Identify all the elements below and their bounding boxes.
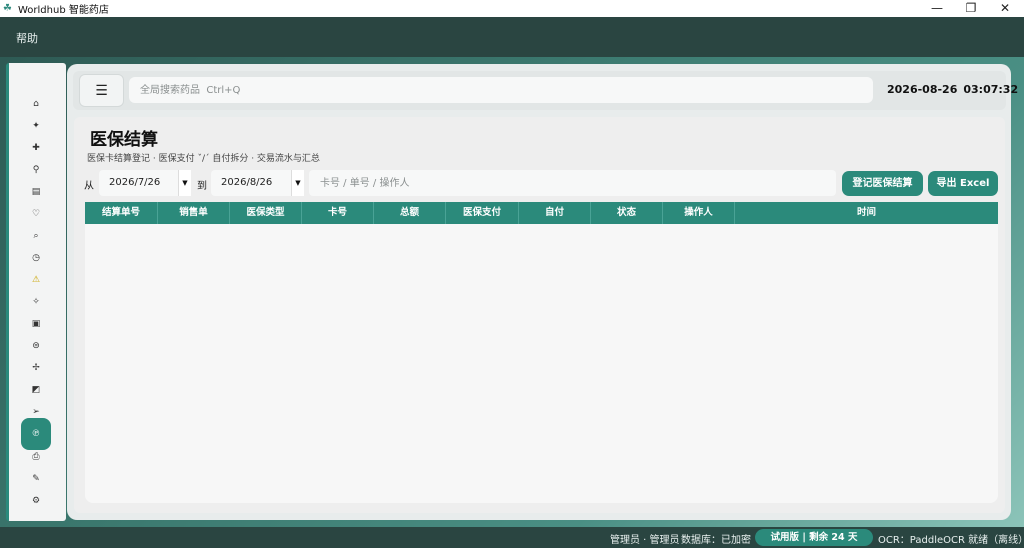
plus-icon[interactable]: ✚ — [21, 138, 51, 158]
maximize-icon[interactable]: ❐ — [954, 0, 988, 17]
sidebar: ⌂ ✦ ✚ ⚲ ▤ ♡ ⌕ ◷ ⚠ ✧ ▣ ⊜ ✢ ◩ ➢ ℗ ⎙ ✎ ⚙ — [6, 63, 66, 521]
title-bar: ☘ Worldhub 智能药店 — ❐ ✕ — [0, 0, 1024, 17]
register-settlement-button[interactable]: 登记医保结算 — [842, 171, 923, 196]
page-subtitle: 医保卡结算登记 · 医保支付 ˇ/ˊ 自付拆分 · 交易流水与汇总 — [87, 154, 320, 164]
status-ocr: OCR：PaddleOCR 就绪（离线） — [878, 535, 1024, 546]
link-icon[interactable]: ✎ — [21, 469, 51, 489]
column-header[interactable]: 卡号 — [302, 202, 374, 224]
home-icon[interactable]: ⌂ — [21, 94, 51, 114]
search-icon[interactable]: ⌕ — [21, 226, 51, 246]
column-header[interactable]: 操作人 — [663, 202, 735, 224]
status-user: 管理员 · 管理员 — [610, 535, 680, 546]
minimize-icon[interactable]: — — [920, 0, 954, 17]
from-label: 从 — [84, 181, 94, 192]
export-excel-button[interactable]: 导出 Excel — [928, 171, 998, 196]
insurance-icon[interactable]: ℗ — [21, 418, 51, 450]
warning-icon[interactable]: ⚠ — [21, 270, 51, 290]
column-header[interactable]: 自付 — [519, 202, 591, 224]
clock-icon[interactable]: ◷ — [21, 248, 51, 268]
settlement-table — [85, 202, 998, 503]
window-title: Worldhub 智能药店 — [18, 5, 109, 16]
close-icon[interactable]: ✕ — [988, 0, 1022, 17]
table-header: 结算单号 销售单 医保类型 卡号 总额 医保支付 自付 状态 操作人 时间 — [85, 202, 998, 224]
page-title: 医保结算 — [90, 130, 158, 150]
printer-icon[interactable]: ⎙ — [21, 447, 51, 467]
column-header[interactable]: 结算单号 — [85, 202, 158, 224]
column-header[interactable]: 医保支付 — [446, 202, 519, 224]
pill-icon[interactable]: ✧ — [21, 292, 51, 312]
column-header[interactable]: 医保类型 — [230, 202, 302, 224]
to-label: 到 — [197, 181, 207, 192]
clock: 2026-08-26 03:07:32 — [887, 83, 1018, 96]
settings-icon[interactable]: ⚙ — [21, 491, 51, 511]
box-icon[interactable]: ▣ — [21, 314, 51, 334]
column-header[interactable]: 销售单 — [158, 202, 230, 224]
column-header[interactable]: 状态 — [591, 202, 663, 224]
column-header[interactable]: 总额 — [374, 202, 446, 224]
clock-time: 03:07:32 — [963, 83, 1019, 96]
chevron-down-icon[interactable]: ▼ — [291, 170, 304, 196]
star-icon[interactable]: ✢ — [21, 358, 51, 378]
menu-help[interactable]: 帮助 — [16, 30, 38, 46]
record-search-input[interactable] — [309, 170, 836, 196]
dollar-icon[interactable]: ⊜ — [21, 336, 51, 356]
global-search-input[interactable] — [129, 77, 873, 103]
to-date-picker[interactable]: 2026/8/26 ▼ — [211, 170, 304, 196]
to-date-value: 2026/8/26 — [221, 177, 273, 188]
from-date-value: 2026/7/26 — [109, 177, 161, 188]
heart-icon[interactable]: ♡ — [21, 204, 51, 224]
edit-icon[interactable]: ◩ — [21, 380, 51, 400]
trial-badge: 试用版 | 剩余 24 天 — [755, 529, 873, 546]
leaf-icon: ☘ — [3, 2, 12, 14]
pin-icon[interactable]: ⚲ — [21, 160, 51, 180]
sparkle-icon[interactable]: ✦ — [21, 116, 51, 136]
document-icon[interactable]: ▤ — [21, 182, 51, 202]
clock-date: 2026-08-26 — [887, 83, 958, 96]
hamburger-icon[interactable]: ☰ — [79, 74, 124, 107]
chevron-down-icon[interactable]: ▼ — [178, 170, 191, 196]
menu-bar: 帮助 — [0, 17, 1024, 57]
column-header[interactable]: 时间 — [735, 202, 998, 224]
status-database: 数据库：已加密 — [681, 535, 751, 546]
from-date-picker[interactable]: 2026/7/26 ▼ — [99, 170, 191, 196]
